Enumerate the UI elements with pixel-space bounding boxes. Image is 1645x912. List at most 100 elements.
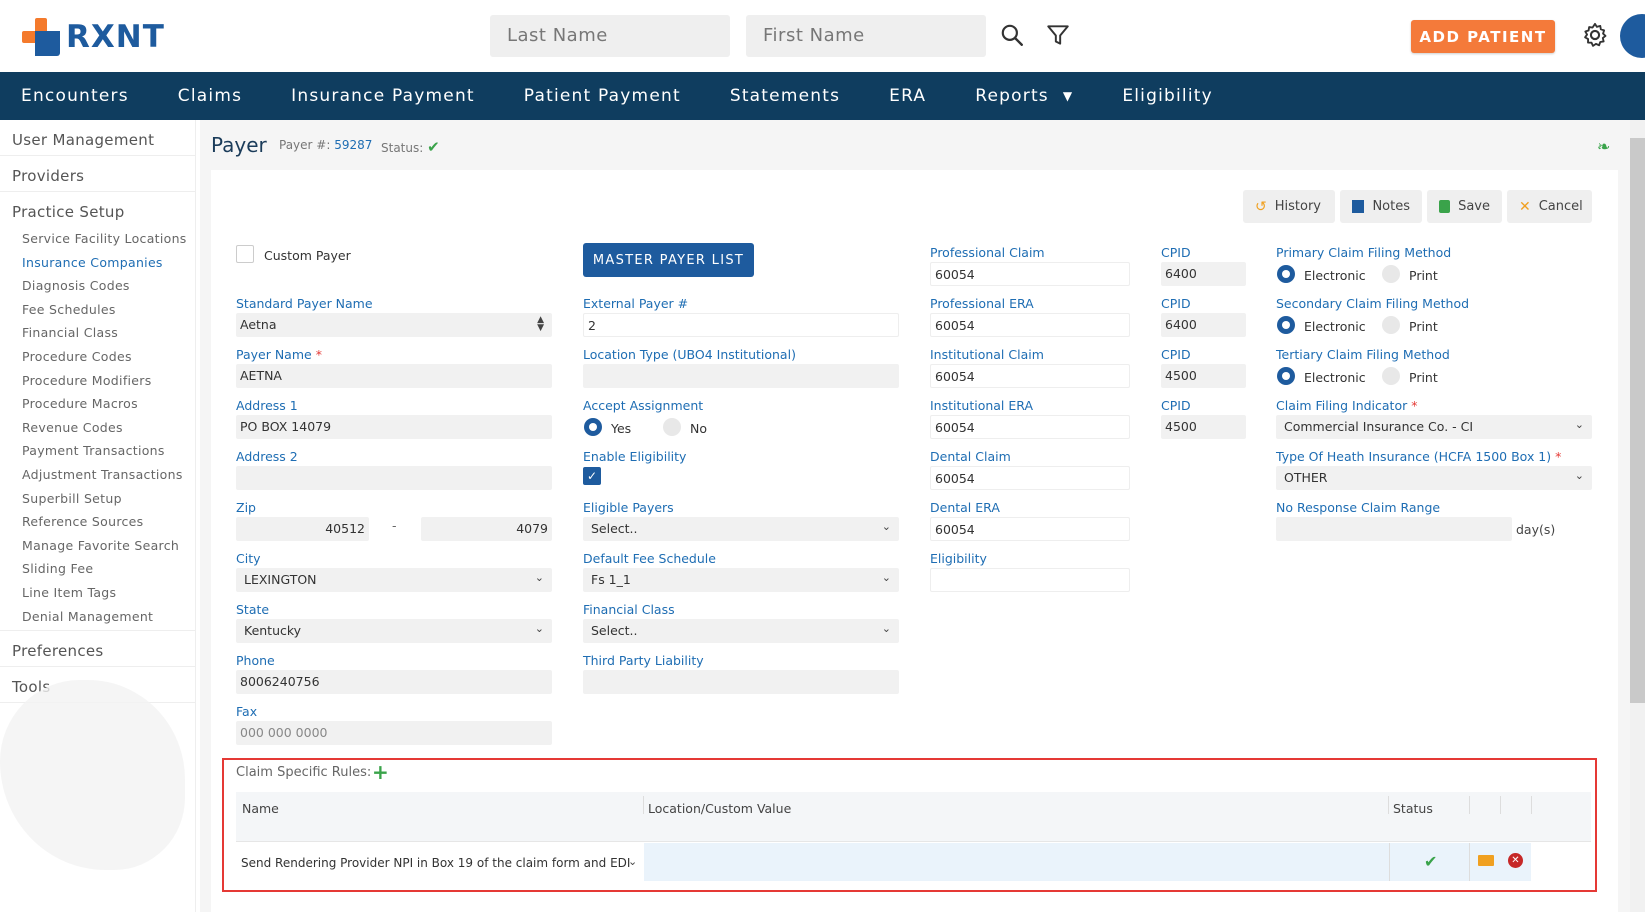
notes-icon (1352, 200, 1365, 213)
sidebar-item-fee-schedules[interactable]: Fee Schedules (0, 298, 195, 322)
column-header-status[interactable]: Status (1393, 801, 1433, 816)
cpid-professional-era-field[interactable]: 6400 (1161, 313, 1246, 337)
sidebar-item-payment-transactions[interactable]: Payment Transactions (0, 439, 195, 463)
standard-payer-name-field[interactable]: Aetna ▲ ▼ (236, 313, 552, 337)
fax-field[interactable]: 000 000 0000 (236, 721, 552, 745)
sidebar-item-sliding-fee[interactable]: Sliding Fee (0, 557, 195, 581)
institutional-claim-field[interactable]: 60054 (930, 364, 1130, 388)
sidebar-item-financial-class[interactable]: Financial Class (0, 321, 195, 345)
zip-extension-field[interactable]: 4079 (421, 517, 552, 541)
cpid-institutional-era-field[interactable]: 4500 (1161, 415, 1246, 439)
secondary-electronic-radio[interactable] (1277, 316, 1295, 334)
last-name-search-input[interactable]: Last Name (490, 15, 730, 57)
type-of-health-insurance-select[interactable]: OTHER ⌄ (1276, 466, 1592, 490)
cancel-button[interactable]: ✕ Cancel (1507, 190, 1592, 223)
sidebar-item-adjustment-transactions[interactable]: Adjustment Transactions (0, 463, 195, 487)
column-divider (1500, 796, 1501, 814)
nav-eligibility[interactable]: Eligibility (1122, 86, 1213, 106)
dental-claim-field[interactable]: 60054 (930, 466, 1130, 490)
tertiary-print-radio[interactable] (1382, 367, 1400, 385)
add-rule-plus-icon[interactable]: + (372, 760, 389, 784)
no-response-claim-range-field[interactable] (1276, 517, 1512, 541)
accept-assignment-label: Accept Assignment (583, 398, 704, 413)
professional-claim-field[interactable]: 60054 (930, 262, 1130, 286)
sidebar-item-procedure-macros[interactable]: Procedure Macros (0, 392, 195, 416)
history-button[interactable]: ↺ History (1243, 190, 1335, 223)
external-payer-field[interactable]: 2 (583, 313, 899, 337)
sidebar-section-practice-setup[interactable]: Practice Setup (0, 192, 195, 223)
primary-print-radio[interactable] (1382, 265, 1400, 283)
sidebar-item-superbill-setup[interactable]: Superbill Setup (0, 487, 195, 511)
sidebar-item-insurance-companies[interactable]: Insurance Companies (0, 251, 195, 275)
leaf-icon[interactable]: ❧ (1597, 137, 1610, 156)
eligible-payers-select[interactable]: Select.. ⌄ (583, 517, 899, 541)
filter-icon[interactable] (1045, 22, 1071, 48)
add-patient-button[interactable]: ADD PATIENT (1411, 20, 1555, 53)
nav-encounters[interactable]: Encounters (21, 86, 129, 106)
sidebar-section-providers[interactable]: Providers (0, 156, 195, 192)
search-icon[interactable] (999, 22, 1025, 48)
master-payer-list-button[interactable]: MASTER PAYER LIST (583, 243, 754, 277)
sidebar-item-service-facility-locations[interactable]: Service Facility Locations (0, 227, 195, 251)
rxnt-logo[interactable]: RXNT (22, 18, 165, 56)
delete-x-icon[interactable]: ✕ (1508, 853, 1523, 868)
secondary-print-radio[interactable] (1382, 316, 1400, 334)
sidebar-section-preferences[interactable]: Preferences (0, 631, 195, 668)
column-header-name[interactable]: Name (242, 801, 279, 816)
sidebar-item-diagnosis-codes[interactable]: Diagnosis Codes (0, 274, 195, 298)
folder-icon[interactable] (1478, 855, 1494, 866)
default-fee-schedule-select[interactable]: Fs 1_1 ⌄ (583, 568, 899, 592)
sidebar-item-manage-favorite-search[interactable]: Manage Favorite Search (0, 534, 195, 558)
accept-assignment-no-radio[interactable] (663, 418, 681, 436)
address2-field[interactable] (236, 466, 552, 490)
save-button[interactable]: Save (1427, 190, 1502, 223)
primary-electronic-radio[interactable] (1277, 265, 1295, 283)
sidebar-item-revenue-codes[interactable]: Revenue Codes (0, 416, 195, 440)
nav-statements[interactable]: Statements (730, 86, 840, 106)
location-type-field[interactable] (583, 364, 899, 388)
chevron-down-icon[interactable]: ⌄ (628, 855, 637, 868)
sidebar-item-line-item-tags[interactable]: Line Item Tags (0, 581, 195, 605)
sidebar-item-procedure-codes[interactable]: Procedure Codes (0, 345, 195, 369)
institutional-era-label: Institutional ERA (930, 398, 1033, 413)
history-label: History (1274, 199, 1321, 214)
third-party-liability-field[interactable] (583, 670, 899, 694)
zip-field[interactable]: 40512 (236, 517, 369, 541)
payer-number-link[interactable]: 59287 (334, 138, 372, 152)
sidebar-item-reference-sources[interactable]: Reference Sources (0, 510, 195, 534)
nav-reports[interactable]: Reports ▼ (975, 86, 1073, 106)
scrollbar-thumb[interactable] (1630, 138, 1645, 703)
payer-name-field[interactable]: AETNA (236, 364, 552, 388)
claim-filing-indicator-select[interactable]: Commercial Insurance Co. - CI ⌄ (1276, 415, 1592, 439)
settings-gear-icon[interactable] (1581, 21, 1609, 49)
accept-assignment-yes-radio[interactable] (584, 418, 602, 436)
custom-payer-checkbox[interactable] (236, 245, 254, 263)
cpid-institutional-field[interactable]: 4500 (1161, 364, 1246, 388)
notes-button[interactable]: Notes (1340, 190, 1422, 223)
rule-custom-value-cell[interactable] (644, 843, 1389, 881)
rule-name-select[interactable]: Send Rendering Provider NPI in Box 19 of… (241, 856, 630, 870)
sidebar-item-procedure-modifiers[interactable]: Procedure Modifiers (0, 369, 195, 393)
address1-field[interactable]: PO BOX 14079 (236, 415, 552, 439)
enable-eligibility-checkbox[interactable]: ✓ (583, 467, 601, 485)
nav-patient-payment[interactable]: Patient Payment (524, 86, 681, 106)
first-name-search-input[interactable]: First Name (746, 15, 986, 57)
column-header-location-custom-value[interactable]: Location/Custom Value (648, 801, 791, 816)
eligibility-field[interactable] (930, 568, 1130, 592)
user-avatar[interactable] (1620, 14, 1645, 58)
sidebar-section-user-management[interactable]: User Management (0, 120, 195, 156)
nav-claims[interactable]: Claims (178, 86, 242, 106)
tertiary-electronic-radio[interactable] (1277, 367, 1295, 385)
days-suffix: day(s) (1516, 522, 1556, 537)
nav-era[interactable]: ERA (889, 86, 926, 106)
state-select[interactable]: Kentucky ⌄ (236, 619, 552, 643)
professional-era-field[interactable]: 60054 (930, 313, 1130, 337)
cpid-professional-field[interactable]: 6400 (1161, 262, 1246, 286)
city-select[interactable]: LEXINGTON ⌄ (236, 568, 552, 592)
institutional-era-field[interactable]: 60054 (930, 415, 1130, 439)
sidebar-item-denial-management[interactable]: Denial Management (0, 605, 195, 629)
financial-class-select[interactable]: Select.. ⌄ (583, 619, 899, 643)
phone-field[interactable]: 8006240756 (236, 670, 552, 694)
dental-era-field[interactable]: 60054 (930, 517, 1130, 541)
nav-insurance-payment[interactable]: Insurance Payment (291, 86, 475, 106)
